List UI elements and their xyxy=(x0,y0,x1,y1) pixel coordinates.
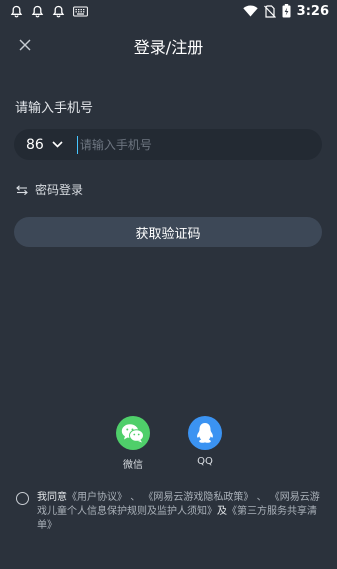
bell-outline-icon xyxy=(31,5,44,18)
agree-prefix: 我同意 xyxy=(37,492,67,503)
page-title: 登录/注册 xyxy=(133,38,204,57)
qq-penguin-icon xyxy=(188,416,222,450)
agreement-separator: 、 xyxy=(256,492,267,503)
password-login-label: 密码登录 xyxy=(35,183,84,197)
qq-label: QQ xyxy=(197,456,213,467)
chevron-down-icon xyxy=(52,141,63,148)
agreement-section: 我同意《用户协议》 、 《网易云游戏隐私政策》 、 《网易云游戏儿童个人信息保护… xyxy=(16,491,324,533)
no-sim-icon xyxy=(263,4,276,18)
agreement-and: 及 xyxy=(217,506,227,517)
bell-outline-icon xyxy=(52,5,65,18)
wechat-label: 微信 xyxy=(123,460,143,471)
country-code-selector[interactable]: 86 xyxy=(26,137,63,153)
status-time: 3:26 xyxy=(296,3,329,19)
swap-arrows-icon xyxy=(16,184,28,195)
agreement-text: 我同意《用户协议》 、 《网易云游戏隐私政策》 、 《网易云游戏儿童个人信息保护… xyxy=(37,491,324,533)
agree-radio[interactable] xyxy=(16,492,29,505)
get-code-button[interactable]: 获取验证码 xyxy=(14,217,322,247)
wechat-login-button[interactable]: 微信 xyxy=(113,416,153,471)
bell-outline-icon xyxy=(10,5,23,18)
agreement-separator: 、 xyxy=(130,492,141,503)
wechat-icon xyxy=(116,416,150,450)
battery-charging-icon xyxy=(282,4,291,18)
country-code-value: 86 xyxy=(26,136,44,153)
phone-label: 请输入手机号 xyxy=(15,101,94,116)
qq-login-button[interactable]: QQ xyxy=(185,416,225,467)
keyboard-icon xyxy=(73,6,88,17)
wifi-icon xyxy=(242,5,258,17)
status-bar: 3:26 xyxy=(0,0,337,22)
user-agreement-link[interactable]: 《用户协议》 xyxy=(67,492,127,503)
phone-input-row: 86 xyxy=(14,129,322,160)
password-login-link[interactable]: 密码登录 xyxy=(16,181,83,198)
phone-input[interactable] xyxy=(76,135,322,154)
privacy-policy-link[interactable]: 《网易云游戏隐私政策》 xyxy=(143,492,253,503)
header: 登录/注册 xyxy=(0,30,337,60)
